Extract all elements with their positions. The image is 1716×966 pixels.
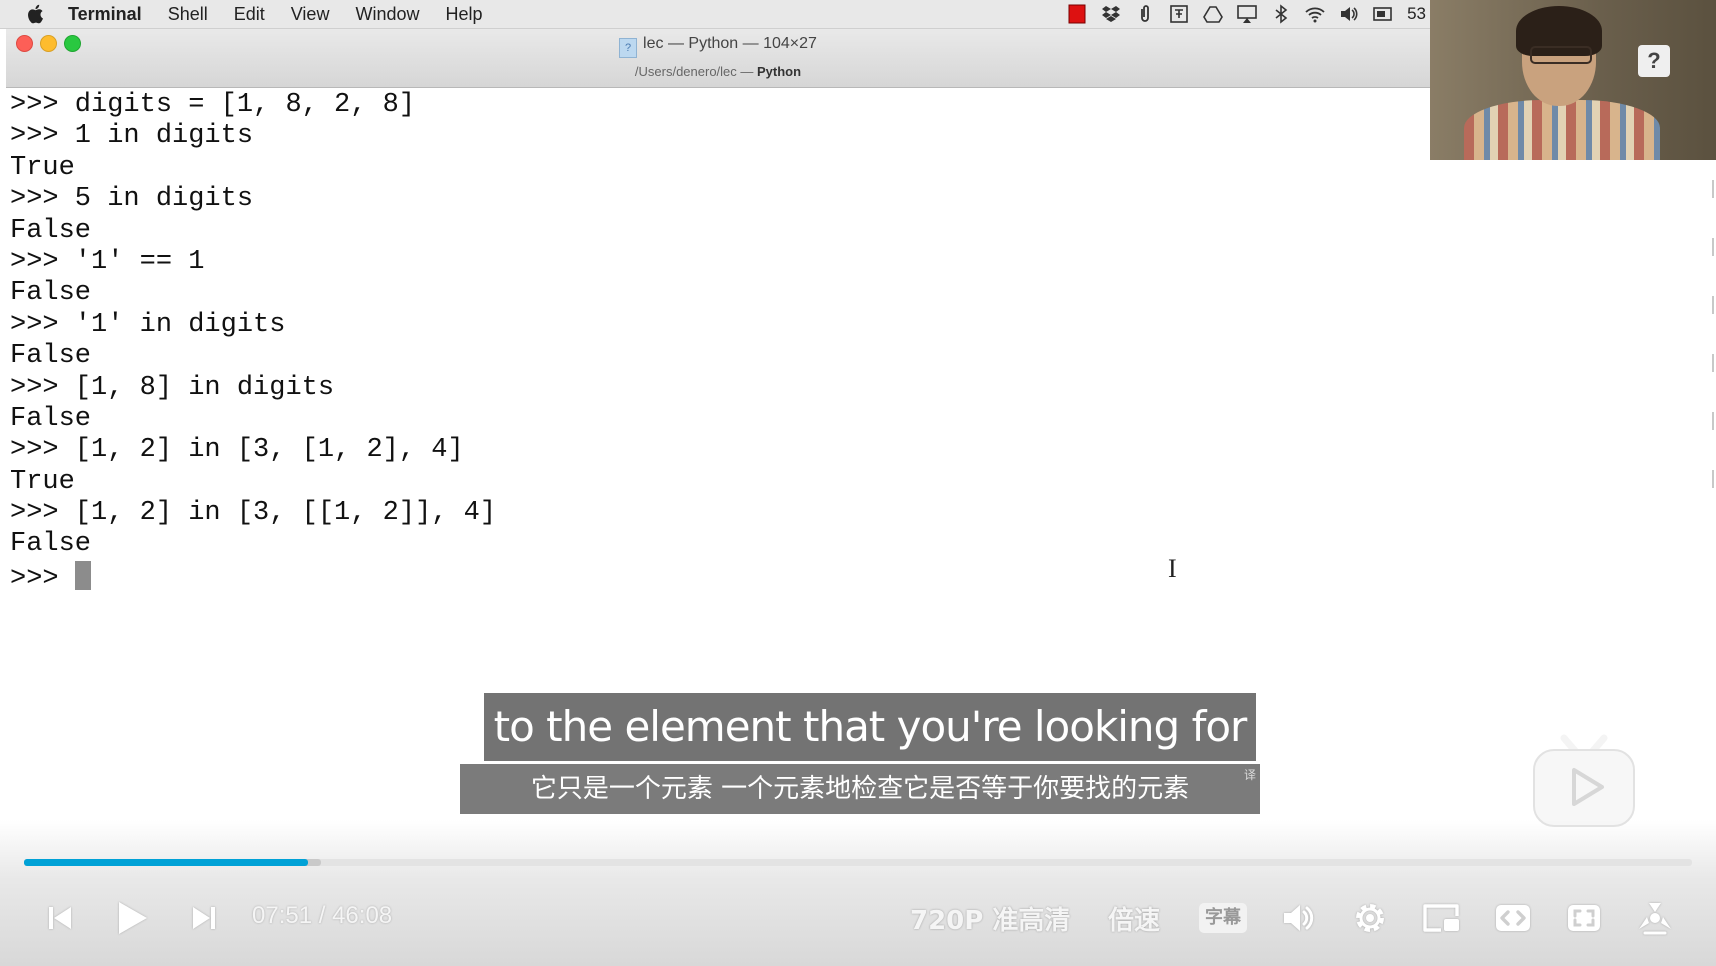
help-icon[interactable]: ? bbox=[1638, 45, 1670, 77]
record-icon[interactable] bbox=[1065, 3, 1089, 25]
menu-terminal[interactable]: Terminal bbox=[68, 4, 142, 25]
widescreen-icon bbox=[1496, 905, 1530, 931]
window-subtitle-app: Python bbox=[757, 64, 802, 79]
text-cursor bbox=[74, 560, 91, 590]
volume-button[interactable] bbox=[1278, 898, 1318, 938]
scroll-mark bbox=[1709, 296, 1714, 314]
drive-icon[interactable] bbox=[1201, 3, 1225, 25]
time-separator: / bbox=[312, 902, 333, 929]
ibeam-cursor-icon: I bbox=[1168, 554, 1177, 583]
screen: Terminal Shell Edit View Window Help 53 … bbox=[0, 0, 1716, 966]
volume-icon bbox=[1284, 905, 1314, 931]
ufo-icon bbox=[1639, 903, 1671, 935]
menu-bar: Terminal Shell Edit View Window Help 53 bbox=[0, 0, 1430, 29]
terminal-line: False bbox=[10, 403, 92, 434]
terminal-line: >>> [1, 8] in digits bbox=[10, 372, 335, 403]
progress-bar[interactable] bbox=[24, 859, 1692, 866]
next-icon bbox=[193, 907, 215, 929]
webcam-video: ? bbox=[1430, 0, 1716, 160]
battery-icon[interactable] bbox=[1371, 3, 1395, 25]
dropbox-icon[interactable] bbox=[1099, 3, 1123, 25]
settings-icon bbox=[1356, 904, 1384, 932]
scroll-mark bbox=[1709, 354, 1714, 372]
speed-button[interactable]: 倍速 bbox=[1108, 900, 1160, 937]
subtitle-chinese-text: 它只是一个元素 一个元素地检查它是否等于你要找的元素 bbox=[530, 774, 1190, 804]
window-subtitle: /Users/denero/lec — Python bbox=[6, 64, 1430, 79]
fullscreen-button[interactable] bbox=[1564, 898, 1604, 938]
terminal-line: >>> 1 in digits bbox=[10, 121, 254, 152]
terminal-line: >>> 5 in digits bbox=[10, 184, 254, 215]
pip-icon bbox=[1423, 904, 1459, 932]
play-icon bbox=[119, 902, 147, 934]
settings-button[interactable] bbox=[1350, 898, 1390, 938]
scroll-mark bbox=[1709, 412, 1714, 430]
current-time: 07:51 bbox=[252, 902, 313, 929]
duration: 46:08 bbox=[332, 902, 393, 929]
window-subtitle-path: /Users/denero/lec — bbox=[634, 64, 758, 79]
terminal-line: >>> '1' == 1 bbox=[10, 246, 205, 277]
time-display: 07:51 / 46:08 bbox=[252, 902, 392, 930]
prev-icon bbox=[49, 907, 71, 929]
terminal-titlebar[interactable]: ? lec — Python — 104×27 /Users/denero/lec… bbox=[6, 29, 1430, 88]
next-button[interactable] bbox=[188, 898, 220, 938]
quality-button[interactable]: 720P 准高清 bbox=[910, 900, 1070, 937]
volume-icon[interactable] bbox=[1337, 3, 1361, 25]
terminal-line: True bbox=[10, 466, 75, 497]
play-button[interactable] bbox=[112, 898, 152, 938]
terminal-output: >>> digits = [1, 8, 2, 8] >>> 1 in digit… bbox=[10, 90, 497, 594]
scroll-mark bbox=[1709, 470, 1714, 488]
document-icon: ? bbox=[619, 38, 638, 58]
paperclip-icon[interactable] bbox=[1133, 3, 1157, 25]
ufo-button[interactable] bbox=[1634, 898, 1676, 938]
airplay-icon[interactable] bbox=[1235, 3, 1259, 25]
terminal-line: False bbox=[10, 341, 92, 372]
subtitle-english: to the element that you're looking for bbox=[484, 693, 1256, 761]
terminal-line: False bbox=[10, 278, 92, 309]
terminal-line: >>> [1, 2] in [3, [1, 2], 4] bbox=[10, 435, 464, 466]
scroll-mark bbox=[1709, 238, 1714, 256]
subtitle-chinese: 它只是一个元素 一个元素地检查它是否等于你要找的元素 译 bbox=[460, 764, 1260, 814]
translation-tag: 译 bbox=[1243, 768, 1256, 782]
terminal-prompt: >>> bbox=[10, 563, 75, 594]
player-controls-bar bbox=[0, 820, 1716, 966]
window-title: ? lec — Python — 104×27 bbox=[6, 35, 1430, 58]
widescreen-button[interactable] bbox=[1492, 898, 1534, 938]
bilibili-tv-icon[interactable] bbox=[1530, 728, 1638, 830]
terminal-line: >>> digits = [1, 8, 2, 8] bbox=[10, 90, 416, 120]
hindi-input-icon[interactable] bbox=[1167, 3, 1191, 25]
progress-played bbox=[24, 859, 308, 866]
pip-button[interactable] bbox=[1420, 898, 1462, 938]
terminal-prompt-line[interactable]: >>> bbox=[10, 560, 496, 594]
bluetooth-icon[interactable] bbox=[1269, 3, 1293, 25]
apple-icon[interactable] bbox=[26, 3, 46, 25]
terminal-line: False bbox=[10, 215, 92, 246]
prev-button[interactable] bbox=[44, 898, 76, 938]
terminal-line: False bbox=[10, 529, 92, 560]
terminal-line: True bbox=[10, 152, 75, 183]
scroll-mark bbox=[1709, 180, 1714, 198]
presenter-shirt bbox=[1464, 100, 1660, 160]
menu-help[interactable]: Help bbox=[445, 4, 482, 25]
status-clock: 53 bbox=[1407, 4, 1426, 23]
window-title-text: lec — Python — 104×27 bbox=[643, 35, 817, 52]
wifi-icon[interactable] bbox=[1303, 3, 1327, 25]
status-bar: 53 bbox=[1065, 0, 1430, 28]
menu-shell[interactable]: Shell bbox=[168, 4, 208, 25]
fullscreen-icon bbox=[1568, 905, 1600, 931]
menu-view[interactable]: View bbox=[291, 4, 330, 25]
menu-window[interactable]: Window bbox=[355, 4, 419, 25]
subtitle-toggle-button[interactable]: 字幕 bbox=[1199, 903, 1247, 933]
menu-edit[interactable]: Edit bbox=[234, 4, 265, 25]
terminal-line: >>> [1, 2] in [3, [[1, 2]], 4] bbox=[10, 498, 497, 529]
terminal-line: >>> '1' in digits bbox=[10, 309, 286, 340]
presenter-glasses bbox=[1530, 46, 1592, 64]
